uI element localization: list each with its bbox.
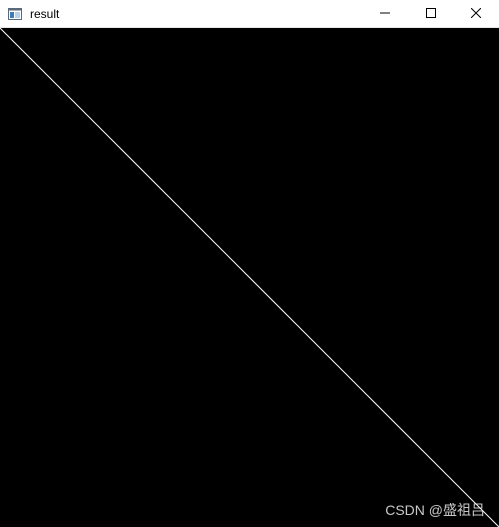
close-button[interactable]	[453, 0, 499, 28]
app-window: result CSDN @盛祖吕	[0, 0, 499, 527]
diagonal-line	[0, 28, 499, 527]
image-canvas: CSDN @盛祖吕	[0, 28, 499, 527]
maximize-button[interactable]	[408, 0, 454, 28]
app-window-icon	[8, 7, 22, 20]
watermark-text: CSDN @盛祖吕	[385, 502, 485, 518]
window-title: result	[30, 7, 60, 21]
maximize-icon	[426, 5, 436, 23]
image-drawing	[0, 28, 499, 527]
minimize-icon	[380, 5, 390, 23]
title-bar[interactable]: result	[0, 0, 499, 28]
close-icon	[470, 5, 482, 23]
minimize-button[interactable]	[362, 0, 408, 28]
